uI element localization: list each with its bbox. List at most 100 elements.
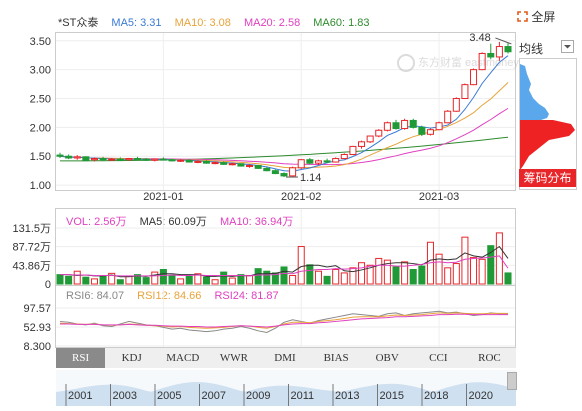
candle-body — [297, 159, 305, 169]
candle-body — [392, 122, 400, 130]
candle-body — [56, 154, 64, 157]
candle-body — [323, 160, 331, 163]
volume-bar — [125, 275, 133, 285]
candle-body — [383, 122, 391, 131]
candle-body — [228, 163, 236, 166]
candle-body — [306, 159, 314, 164]
candle-body — [82, 156, 90, 161]
high-annotation: 3.48 — [469, 32, 490, 44]
volume-bar — [177, 278, 185, 285]
candle-body — [151, 158, 159, 161]
overview-year-label: 2020 — [469, 390, 493, 402]
tab-wwr[interactable]: WWR — [209, 348, 258, 368]
rsi-tick-label: 8.300 — [23, 341, 51, 353]
ma60-line — [59, 136, 509, 162]
volume-bar — [349, 267, 357, 285]
volume-bar — [246, 274, 254, 285]
ma-dropdown[interactable]: 均线 — [519, 40, 577, 56]
candle-body — [220, 162, 228, 165]
candle-body — [271, 170, 279, 175]
candle-body — [340, 154, 348, 160]
volume-bar — [228, 277, 236, 285]
overview-timeline[interactable]: 2001 2003 2005 2007 2009 2011 2013 2015 2018 2020 — [56, 370, 516, 406]
candle-body — [280, 173, 288, 177]
volume-bar — [289, 274, 297, 285]
candle-body — [202, 160, 210, 164]
volume-bar — [452, 263, 460, 285]
volume-bar — [99, 274, 107, 285]
volume-bar — [392, 266, 400, 285]
tab-macd[interactable]: MACD — [158, 348, 207, 368]
price-tick-label: 1.50 — [30, 151, 51, 163]
candle-body — [435, 122, 443, 131]
overview-year-label: 2009 — [246, 390, 270, 402]
volume-bar — [418, 265, 426, 285]
overview-scroll-handle[interactable] — [507, 372, 517, 390]
volume-bar — [90, 278, 98, 285]
volume-bar — [478, 258, 486, 285]
candle-body — [470, 69, 478, 86]
candle-body — [168, 159, 176, 162]
candle-body — [418, 126, 426, 135]
volume-bar — [263, 270, 271, 285]
volume-bar — [461, 236, 469, 285]
price-tick-label: 2.50 — [30, 94, 51, 106]
overview-year-label: 2005 — [157, 390, 181, 402]
volume-bar — [56, 274, 64, 285]
volume-bar — [314, 270, 322, 285]
volume-bar — [202, 276, 210, 285]
candle-body — [332, 158, 340, 163]
rsi-tick-label: 52.93 — [23, 322, 51, 334]
volume-tick-label: 0 — [45, 279, 51, 291]
price-tick-label: 3.00 — [30, 65, 51, 77]
candle-body — [504, 46, 512, 53]
candle-body — [349, 145, 357, 156]
rsi12-line — [59, 312, 508, 329]
tab-cci[interactable]: CCI — [414, 348, 463, 368]
candle-body — [254, 164, 262, 169]
tab-dmi[interactable]: DMI — [260, 348, 309, 368]
candle-body — [289, 167, 297, 177]
volume-bar — [444, 267, 452, 285]
rsi24-line — [60, 313, 508, 328]
volume-bar — [470, 257, 478, 285]
tab-obv[interactable]: OBV — [363, 348, 412, 368]
candle-body — [461, 84, 469, 100]
candle-body — [185, 159, 193, 163]
candle-body — [358, 141, 366, 147]
x-tick-label: 2021-03 — [419, 191, 459, 203]
volume-bar — [211, 279, 219, 285]
volume-bar — [159, 269, 167, 285]
volume-bar — [65, 275, 73, 285]
x-tick-label: 2021-02 — [281, 191, 321, 203]
volume-tick-label: 43.86万 — [12, 260, 51, 272]
candle-body — [108, 158, 116, 161]
volume-bar — [297, 246, 305, 285]
tab-roc[interactable]: ROC — [465, 348, 514, 368]
candle-body — [409, 119, 417, 128]
tab-rsi[interactable]: RSI — [56, 348, 106, 368]
volume-bar — [306, 264, 314, 285]
price-tick-label: 3.50 — [30, 36, 51, 48]
tab-kdj[interactable]: KDJ — [107, 348, 156, 368]
candle-body — [211, 162, 219, 165]
ma5-line — [59, 55, 509, 172]
candle-body — [125, 158, 133, 161]
candle-body — [375, 129, 383, 137]
candle-body — [73, 156, 81, 159]
candle-body — [65, 155, 73, 159]
candle-body — [495, 46, 503, 58]
rsi-frame — [55, 285, 516, 348]
volume-bar — [185, 275, 193, 285]
candle-body — [159, 158, 167, 161]
tab-bias[interactable]: BIAS — [312, 348, 361, 368]
volume-bar — [280, 266, 288, 285]
candle-body — [426, 129, 434, 135]
volume-bar — [323, 275, 331, 285]
volume-bar — [220, 271, 228, 285]
volume-bar — [358, 262, 366, 285]
chip-distribution-button[interactable]: 筹码分布 — [519, 169, 576, 187]
volume-bar — [73, 270, 81, 285]
rsi-tick-label: 97.57 — [23, 303, 51, 315]
candle-body — [90, 158, 98, 161]
